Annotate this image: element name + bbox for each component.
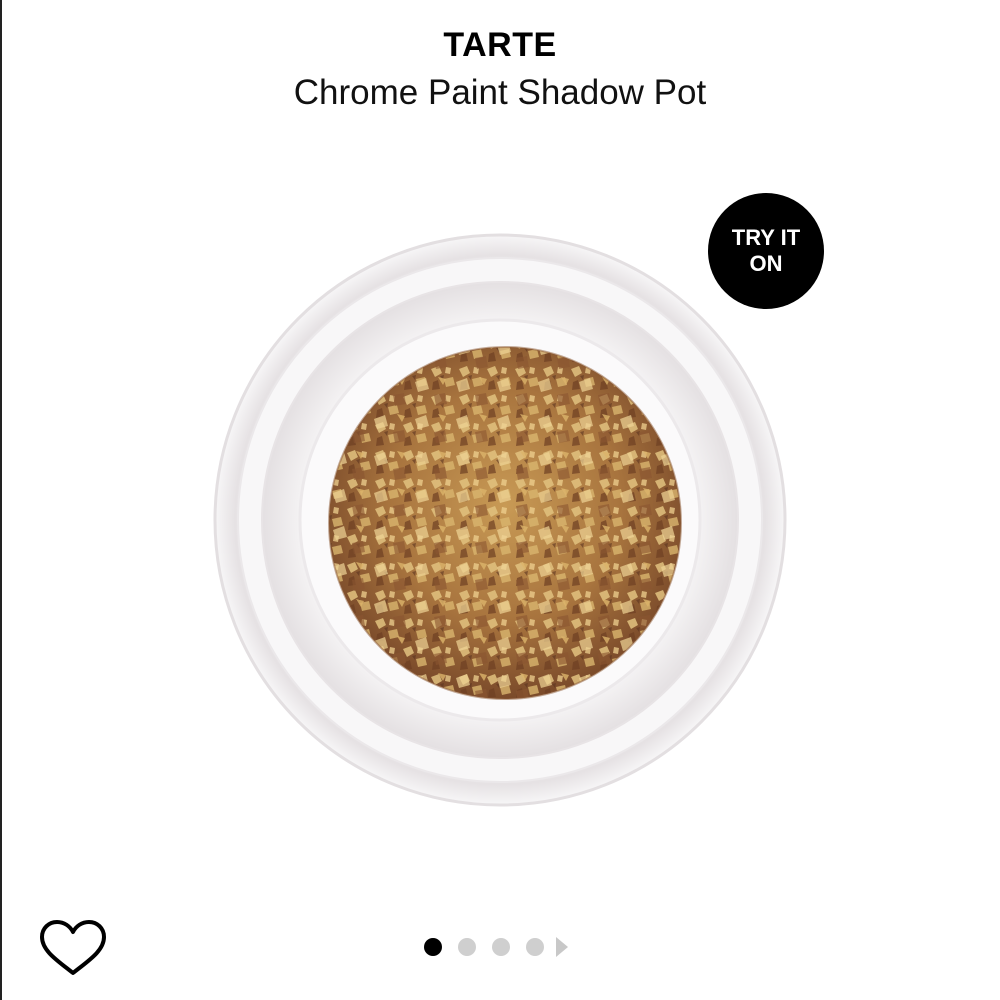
brand-name[interactable]: TARTE <box>0 22 1000 68</box>
image-carousel-indicator <box>424 936 568 958</box>
left-border <box>0 0 2 1000</box>
carousel-dot-3[interactable] <box>492 938 510 956</box>
carousel-dot-1[interactable] <box>424 938 442 956</box>
carousel-dot-2[interactable] <box>458 938 476 956</box>
product-image[interactable] <box>205 225 795 815</box>
product-title: Chrome Paint Shadow Pot <box>293 73 707 112</box>
product-header: TARTE Chrome Paint Shadow Pot <box>0 22 1000 118</box>
heart-icon <box>40 920 106 975</box>
product-page: TARTE Chrome Paint Shadow Pot TRY IT ON <box>0 0 1000 1000</box>
carousel-dot-4[interactable] <box>526 938 544 956</box>
chevron-right-icon[interactable] <box>556 937 568 957</box>
wishlist-button[interactable] <box>38 918 108 978</box>
try-it-on-button[interactable]: TRY IT ON <box>708 193 824 309</box>
try-it-on-label: TRY IT ON <box>731 225 801 276</box>
